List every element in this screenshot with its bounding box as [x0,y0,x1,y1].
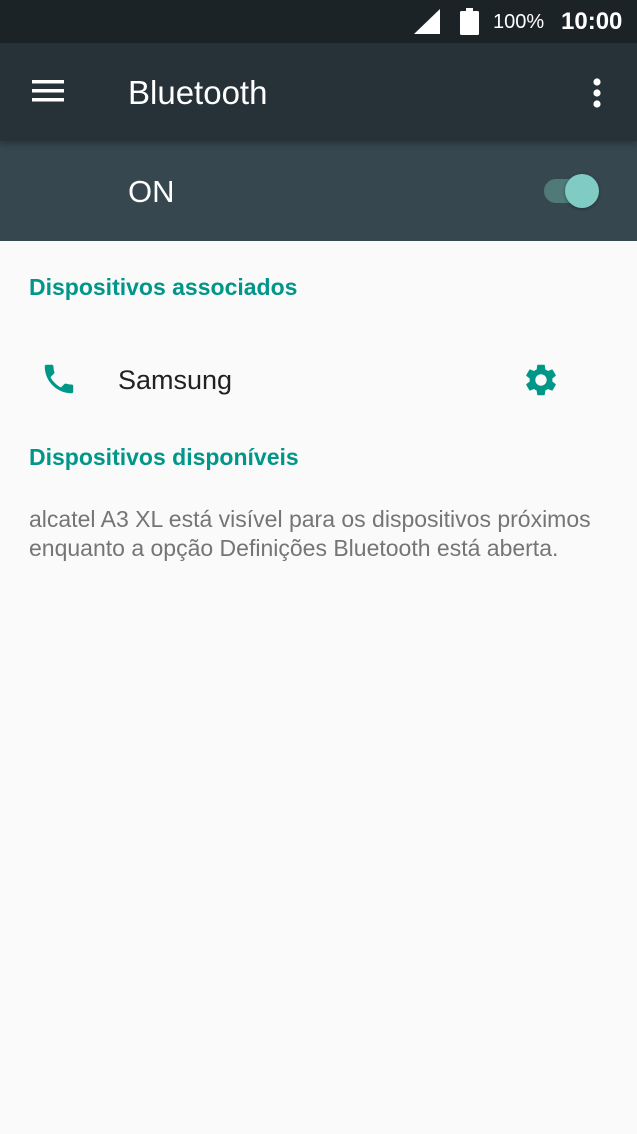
signal-icon [414,9,440,34]
status-bar: 100% 10:00 [0,0,637,43]
page-title: Bluetooth [128,74,268,111]
more-vert-icon [593,78,601,108]
bluetooth-switch-bar: ON [0,141,637,241]
device-settings-button[interactable] [512,353,570,407]
bluetooth-toggle[interactable] [540,169,610,213]
menu-icon [32,80,64,102]
toggle-thumb [565,174,599,208]
visibility-message: alcatel A3 XL está visível para os dispo… [29,506,591,561]
phone-icon [44,364,74,394]
battery-icon [460,8,479,35]
more-options-button[interactable] [574,63,622,123]
gear-icon [526,364,556,396]
paired-devices-header: Dispositivos associados [29,274,298,300]
device-name: Samsung [118,365,233,395]
battery-percent: 100% [493,11,545,33]
bluetooth-switch-label: ON [128,174,175,209]
menu-button[interactable] [18,63,82,123]
paired-device-samsung[interactable]: Samsung [0,335,637,425]
available-devices-header: Dispositivos disponíveis [29,444,299,470]
status-clock: 10:00 [561,8,623,35]
app-bar: Bluetooth [0,43,637,141]
